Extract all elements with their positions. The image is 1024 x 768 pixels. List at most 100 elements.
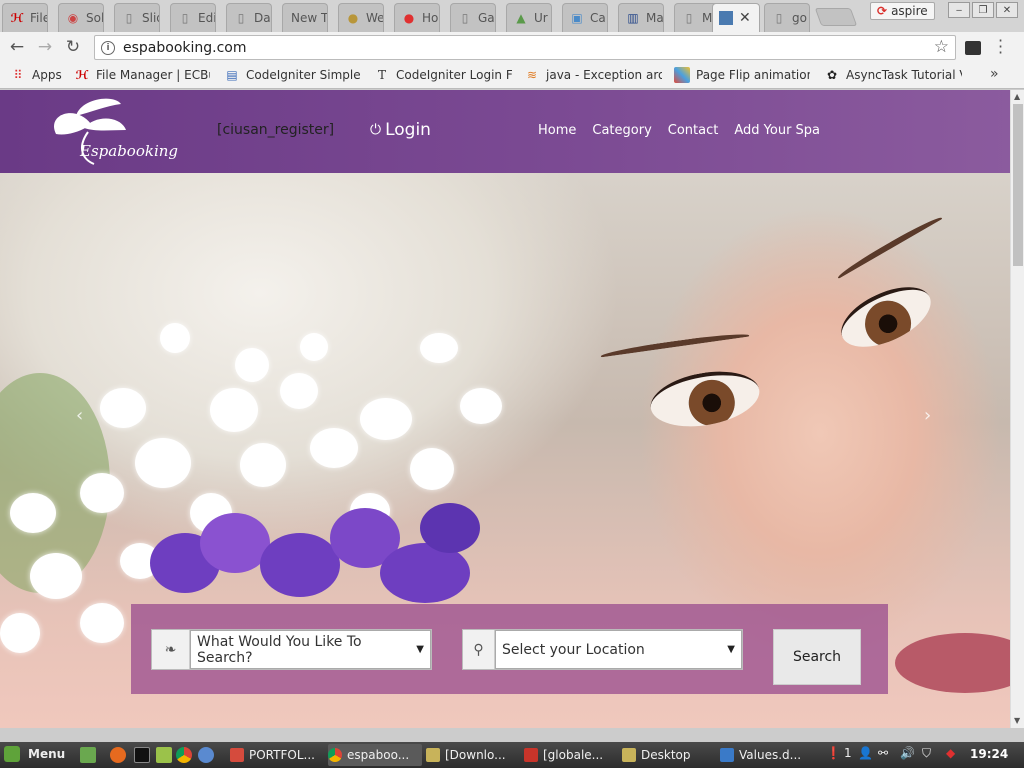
power-icon: ⏻ xyxy=(370,122,382,138)
bookmark-asynctask[interactable]: ✿ AsyncTask Tutorial V xyxy=(824,67,962,83)
notification-icon[interactable]: ❗ xyxy=(826,746,841,760)
register-link[interactable]: [ciusan_register] xyxy=(217,122,334,138)
tab-ga[interactable]: ▯ Ga xyxy=(450,3,496,32)
nav-contact[interactable]: Contact xyxy=(668,123,719,138)
bookmark-codeigniter-login[interactable]: T CodeIgniter Login Fo xyxy=(374,67,512,83)
category-select[interactable]: What Would You Like To Search? ▼ xyxy=(190,630,431,669)
flower xyxy=(160,323,190,353)
folder-icon xyxy=(622,748,636,762)
mint-logo-icon xyxy=(4,746,20,762)
flower xyxy=(300,333,328,361)
flower xyxy=(360,398,412,440)
browser-toolbar: ← → ↻ i espabooking.com ☆ · · · xyxy=(0,32,1024,62)
browser-tab-strip: ℋFile ◉Sol ▯Slid ▯Edi ▯Da New T ●We ●Ho … xyxy=(0,0,1024,34)
shield-icon[interactable]: ⛉ xyxy=(922,746,931,761)
user-icon[interactable]: 👤 xyxy=(858,746,873,760)
eyebrow-right xyxy=(835,213,945,283)
page-scrollbar[interactable]: ▲ ▼ xyxy=(1010,90,1024,728)
clock: 19:24 xyxy=(970,747,1009,761)
forward-arrow-icon: → xyxy=(37,37,53,57)
tab-ma[interactable]: ▥ Ma xyxy=(618,3,664,32)
bookmarks-more-icon[interactable]: » xyxy=(990,66,999,82)
new-tab-button[interactable] xyxy=(814,8,858,26)
bookmark-star-icon[interactable]: ☆ xyxy=(934,37,949,57)
scroll-down-icon[interactable]: ▼ xyxy=(1014,716,1020,725)
dropdown-caret-icon: ▼ xyxy=(727,644,735,655)
bookmark-apps[interactable]: ⠿ Apps xyxy=(10,67,62,83)
taskbar-window-portfolio[interactable]: PORTFOL... xyxy=(230,744,324,766)
flower xyxy=(235,348,269,382)
files-icon[interactable] xyxy=(156,747,172,763)
category-search-group: ❧ What Would You Like To Search? ▼ xyxy=(151,629,432,670)
bookmark-page-flip[interactable]: Page Flip animation xyxy=(674,67,810,83)
carousel-next-arrow[interactable]: › xyxy=(924,405,931,426)
blue-square-icon xyxy=(719,11,733,25)
page-icon: ▯ xyxy=(181,11,189,25)
start-menu-button[interactable]: Menu xyxy=(4,746,65,762)
taskbar-window-espabooking[interactable]: espaboo... xyxy=(328,744,422,766)
login-link[interactable]: ⏻ Login xyxy=(370,120,431,140)
taskbar-window-desktop[interactable]: Desktop xyxy=(622,744,716,766)
bookmark-codeigniter-simple[interactable]: ▤ CodeIgniter Simple xyxy=(224,67,360,83)
violet-flower xyxy=(420,503,480,553)
bookmark-java-exception[interactable]: ≋ java - Exception aros xyxy=(524,67,662,83)
maximize-button[interactable]: ❐ xyxy=(972,2,994,18)
red-icon: ● xyxy=(403,11,415,25)
tab-go[interactable]: ▯ go xyxy=(764,3,810,32)
firefox-icon[interactable] xyxy=(110,747,126,763)
chromium-icon[interactable] xyxy=(198,747,214,763)
location-select[interactable]: Select your Location ▼ xyxy=(495,630,742,669)
tab-ca[interactable]: ▣ Ca xyxy=(562,3,608,32)
reload-button[interactable]: ↻ xyxy=(62,37,84,57)
location-search-group: ⚲ Select your Location ▼ xyxy=(462,629,743,670)
update-icon[interactable]: ◆ xyxy=(946,746,955,760)
tab-file[interactable]: ℋFile xyxy=(2,3,48,32)
forward-button[interactable]: → xyxy=(34,37,56,57)
tab-slid[interactable]: ▯Slid xyxy=(114,3,160,32)
flower xyxy=(80,603,124,643)
tab-sol[interactable]: ◉ Sol xyxy=(58,3,104,32)
minimize-button[interactable]: ‒ xyxy=(948,2,970,18)
tab-new-tab[interactable]: New T xyxy=(282,3,328,32)
close-tab-icon[interactable]: ✕ xyxy=(739,10,751,26)
ca-icon: ▣ xyxy=(571,11,583,25)
scrollbar-thumb[interactable] xyxy=(1013,104,1023,266)
info-icon[interactable]: i xyxy=(101,40,115,55)
doc-icon: ▤ xyxy=(226,68,238,82)
tab-da[interactable]: ▯ Da xyxy=(226,3,272,32)
hero-carousel: ‹ › ❧ What Would You Like To Search? ▼ ⚲… xyxy=(0,173,1010,728)
scroll-up-icon[interactable]: ▲ xyxy=(1014,92,1020,101)
tab-active[interactable]: ✕ xyxy=(712,3,760,32)
network-icon[interactable]: ⚯ xyxy=(878,746,888,760)
taskbar-window-filezilla[interactable]: [globale... xyxy=(524,744,618,766)
tab-ur[interactable]: ▲ Ur xyxy=(506,3,552,32)
back-button[interactable]: ← xyxy=(6,37,28,57)
carousel-prev-arrow[interactable]: ‹ xyxy=(76,405,83,426)
address-bar[interactable]: i espabooking.com ☆ xyxy=(94,35,956,60)
nav-add-your-spa[interactable]: Add Your Spa xyxy=(734,123,820,138)
nav-home[interactable]: Home xyxy=(538,123,576,138)
ma-icon: ▥ xyxy=(627,11,639,25)
tab-we[interactable]: ● We xyxy=(338,3,384,32)
terminal-icon[interactable] xyxy=(134,747,150,763)
eye-left xyxy=(646,363,764,435)
colorful-icon xyxy=(674,67,690,83)
taskbar-window-downloads[interactable]: [Downlo... xyxy=(426,744,520,766)
volume-icon[interactable]: 🔊 xyxy=(900,746,915,760)
browser-menu-icon[interactable]: · · · xyxy=(998,33,1003,61)
show-desktop-icon[interactable] xyxy=(80,747,96,763)
document-icon xyxy=(720,748,734,762)
profile-button[interactable]: ⟳ aspire xyxy=(870,2,935,20)
close-window-button[interactable]: ✕ xyxy=(996,2,1018,18)
search-button[interactable]: Search xyxy=(773,629,861,685)
t-icon: T xyxy=(377,68,386,82)
flower xyxy=(80,473,124,513)
extension-icon[interactable] xyxy=(965,41,981,55)
tab-edi[interactable]: ▯ Edi xyxy=(170,3,216,32)
nav-category[interactable]: Category xyxy=(592,123,651,138)
chrome-icon[interactable] xyxy=(176,747,192,763)
eyebrow-left xyxy=(600,330,750,362)
bookmark-file-manager[interactable]: ℋ File Manager | ECBu xyxy=(74,67,210,83)
taskbar-window-values[interactable]: Values.d... xyxy=(720,744,814,766)
tab-ho[interactable]: ● Ho xyxy=(394,3,440,32)
